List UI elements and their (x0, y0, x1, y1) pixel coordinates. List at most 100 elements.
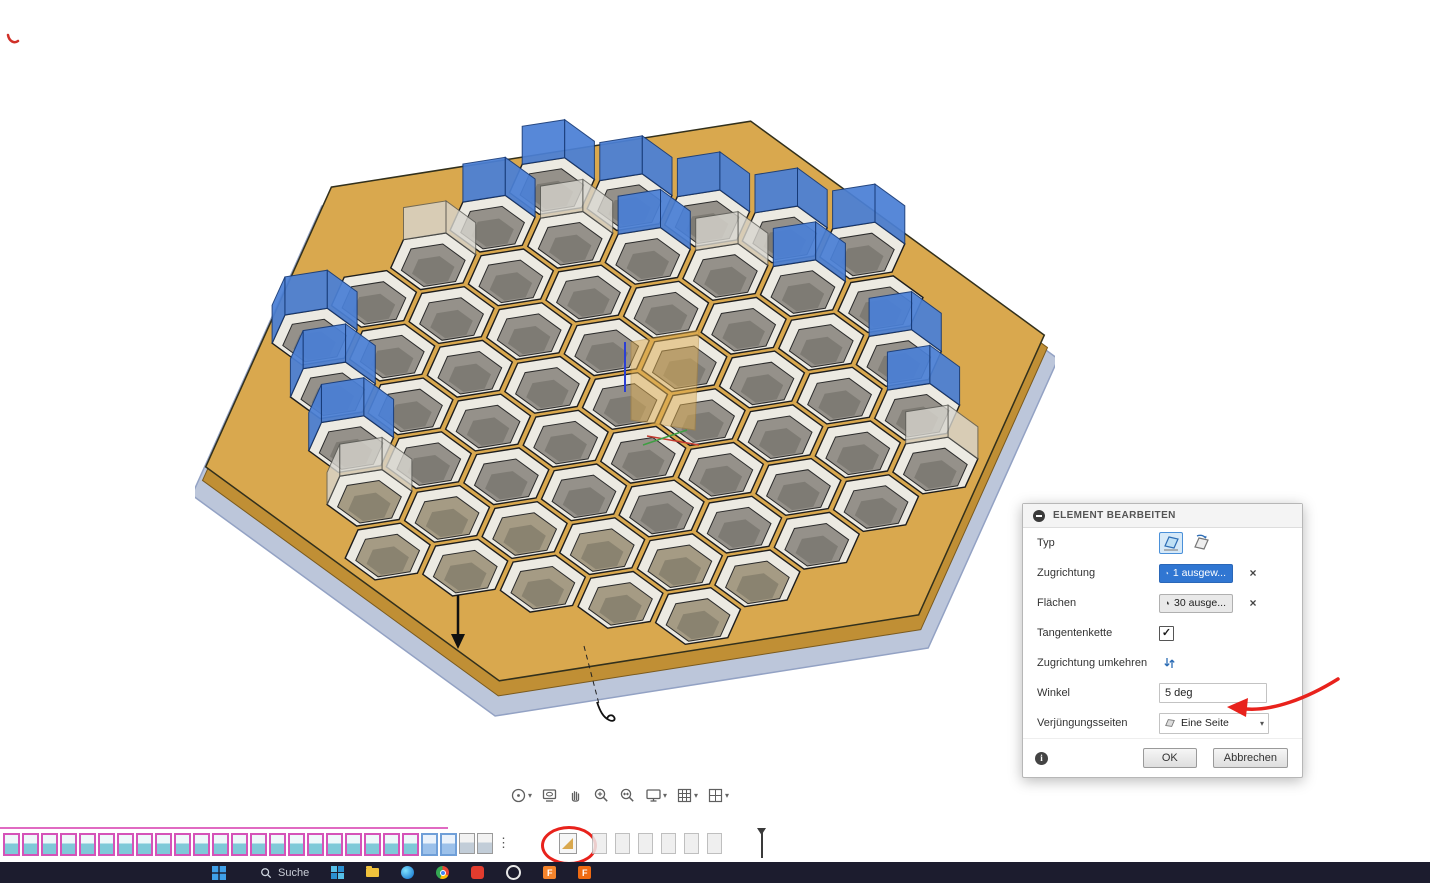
taskbar-icon-fusion-1[interactable]: F (543, 866, 557, 879)
angle-input[interactable] (1159, 683, 1267, 703)
timeline-item-pink[interactable] (212, 833, 229, 856)
cancel-button[interactable]: Abbrechen (1212, 748, 1288, 768)
grid-settings-button[interactable] (676, 787, 698, 804)
timeline-item-pink[interactable] (250, 833, 267, 856)
row-faces: Flächen 30 ausge... (1023, 588, 1302, 618)
chevron-down-icon (1260, 719, 1264, 728)
selected-face[interactable] (868, 291, 913, 337)
zoom-button[interactable] (593, 787, 610, 804)
selected-face[interactable] (599, 135, 643, 182)
timeline-selection-highlight (0, 827, 448, 829)
timeline-item-pink[interactable] (174, 833, 191, 856)
selected-face[interactable] (284, 269, 328, 316)
timeline-item-pink[interactable] (288, 833, 305, 856)
timeline-playhead[interactable] (757, 828, 766, 859)
taskbar-icon-ring-app[interactable] (506, 865, 522, 880)
fit-to-view-button[interactable] (619, 787, 636, 804)
timeline-item-pink[interactable] (364, 833, 381, 856)
timeline-item-pink[interactable] (383, 833, 400, 856)
taskbar-icon-tiles[interactable] (331, 866, 345, 879)
timeline-item-pink[interactable] (269, 833, 286, 856)
timeline-item-pink[interactable] (193, 833, 210, 856)
timeline-item-pink[interactable] (79, 833, 96, 856)
taskbar-icon-chrome[interactable] (436, 866, 450, 879)
timeline-item-bluegray[interactable] (477, 833, 493, 854)
timeline-item-pink[interactable] (117, 833, 134, 856)
timeline-item-pink[interactable] (60, 833, 77, 856)
timeline-item-pink[interactable] (345, 833, 362, 856)
selected-face[interactable] (320, 377, 365, 423)
selected-face[interactable] (754, 167, 798, 214)
timeline-item-gray[interactable] (707, 833, 722, 854)
3d-viewport[interactable] (195, 90, 1055, 750)
selected-face[interactable] (302, 323, 347, 370)
taskbar-icon-red-app[interactable] (471, 866, 485, 879)
taskbar-icon-edge[interactable] (401, 866, 415, 879)
fusion-app-icon: F (578, 866, 592, 879)
selected-face[interactable] (886, 344, 931, 391)
timeline-item-gray[interactable] (615, 833, 630, 854)
selected-face[interactable] (772, 221, 817, 267)
feature-timeline (0, 826, 775, 865)
wall-face[interactable] (695, 211, 739, 251)
timeline-item-pink[interactable] (155, 833, 172, 856)
pull-direction-clear-button[interactable] (1245, 565, 1261, 581)
selected-face[interactable] (521, 119, 566, 165)
wall-face[interactable] (403, 200, 447, 241)
taper-sides-dropdown[interactable]: Eine Seite (1159, 712, 1269, 734)
wall-face[interactable] (540, 178, 584, 219)
orbit-button[interactable] (510, 787, 532, 804)
timeline-item-pink[interactable] (22, 833, 39, 856)
draft-type-parting-line-button[interactable] (1189, 532, 1213, 554)
selected-face[interactable] (462, 156, 506, 203)
timeline-item-pink[interactable] (402, 833, 419, 856)
timeline-item-gray[interactable] (638, 833, 653, 854)
timeline-item-gray[interactable] (592, 833, 607, 854)
faces-clear-button[interactable] (1245, 595, 1261, 611)
selected-face[interactable] (617, 188, 661, 235)
pan-button[interactable] (567, 787, 584, 804)
app-tiles-icon (331, 866, 345, 879)
fusion-canvas: ELEMENT BEARBEITEN Typ Zugrichtung 1 aus… (0, 0, 1430, 883)
look-at-button[interactable] (541, 787, 558, 804)
timeline-items (2, 826, 726, 865)
pull-direction-selection-chip[interactable]: 1 ausgew... (1159, 563, 1233, 583)
timeline-item-bluegray[interactable] (459, 833, 475, 854)
viewports-button[interactable] (707, 787, 729, 804)
timeline-item-draft[interactable] (541, 826, 597, 865)
timeline-item-blue[interactable] (440, 833, 457, 856)
timeline-item-blue[interactable] (421, 833, 438, 856)
draft-type-fixed-plane-button[interactable] (1159, 532, 1183, 554)
ok-button[interactable]: OK (1142, 748, 1197, 768)
timeline-item-gray[interactable] (684, 833, 699, 854)
display-settings-button[interactable] (645, 787, 667, 804)
timeline-item-gray[interactable] (661, 833, 676, 854)
flip-direction-button[interactable] (1159, 654, 1179, 672)
taper-sides-label: Verjüngungsseiten (1037, 717, 1128, 729)
taskbar-icon-fusion-2[interactable]: F (578, 866, 592, 879)
display-settings-icon (646, 789, 661, 802)
taskbar-icon-file-explorer[interactable] (366, 866, 380, 877)
info-icon[interactable] (1035, 751, 1048, 765)
timeline-item-pink[interactable] (136, 833, 153, 856)
selected-face[interactable] (832, 183, 876, 230)
faces-selection-chip[interactable]: 30 ausge... (1159, 593, 1233, 613)
wall-face[interactable] (905, 404, 949, 445)
reference-plane[interactable] (630, 329, 700, 431)
timeline-item-pink[interactable] (98, 833, 115, 856)
timeline-item-pink[interactable] (307, 833, 324, 856)
timeline-item-pink[interactable] (326, 833, 343, 856)
selected-face[interactable] (676, 151, 721, 198)
timeline-item-pink[interactable] (41, 833, 58, 856)
start-button[interactable] (212, 865, 226, 880)
tangent-chain-checkbox[interactable] (1159, 625, 1174, 641)
timeline-item-pink[interactable] (3, 833, 20, 856)
timeline-item-dots[interactable] (495, 833, 510, 852)
timeline-item-pink[interactable] (231, 833, 248, 856)
fit-to-view-icon (620, 788, 634, 802)
wall-face[interactable] (339, 436, 383, 477)
dialog-header[interactable]: ELEMENT BEARBEITEN (1023, 504, 1302, 528)
taper-sides-value: Eine Seite (1181, 717, 1229, 729)
taskbar-search[interactable]: Suche (260, 867, 309, 879)
dialog-grip-icon[interactable] (1033, 509, 1045, 522)
